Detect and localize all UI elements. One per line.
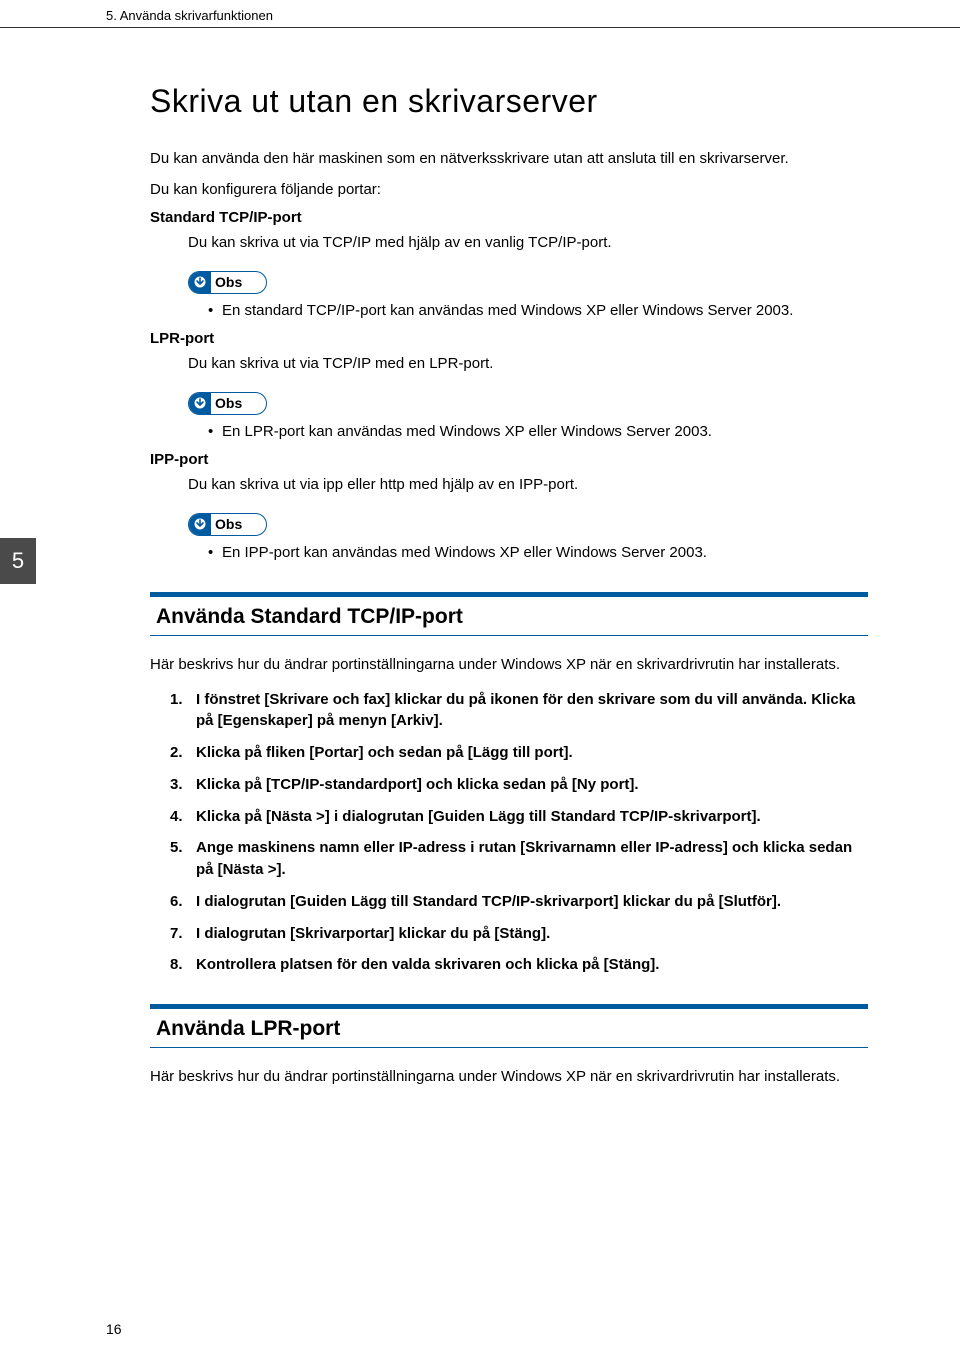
- page-title: Skriva ut utan en skrivarserver: [150, 83, 868, 120]
- section-title-lpr: Använda LPR-port: [156, 1017, 868, 1041]
- note-item-standard: En standard TCP/IP-port kan användas med…: [208, 300, 868, 323]
- page-content: Skriva ut utan en skrivarserver Du kan a…: [0, 28, 960, 1089]
- port-block-lpr: Du kan skriva ut via TCP/IP med en LPR-p…: [150, 353, 868, 443]
- section-heading-lpr: Använda LPR-port: [150, 1004, 868, 1048]
- step-item: Klicka på fliken [Portar] och sedan på […: [170, 742, 868, 764]
- note-badge: Obs: [188, 392, 267, 415]
- section-body-tcpip: Här beskrivs hur du ändrar portinställni…: [150, 636, 868, 976]
- page-header: 5. Använda skrivarfunktionen: [0, 0, 960, 28]
- down-arrow-icon: [189, 513, 211, 536]
- intro-paragraph-1: Du kan använda den här maskinen som en n…: [150, 148, 868, 171]
- port-label-ipp: IPP-port: [150, 451, 868, 468]
- down-arrow-icon: [189, 271, 211, 294]
- step-item: I dialogrutan [Guiden Lägg till Standard…: [170, 891, 868, 913]
- port-desc-lpr: Du kan skriva ut via TCP/IP med en LPR-p…: [188, 353, 868, 376]
- note-badge: Obs: [188, 271, 267, 294]
- note-list-standard: En standard TCP/IP-port kan användas med…: [188, 300, 868, 323]
- note-label: Obs: [211, 516, 242, 532]
- note-label: Obs: [211, 274, 242, 290]
- step-item: Klicka på [Nästa >] i dialogrutan [Guide…: [170, 806, 868, 828]
- port-label-standard: Standard TCP/IP-port: [150, 209, 868, 226]
- note-list-ipp: En IPP-port kan användas med Windows XP …: [188, 542, 868, 565]
- step-item: Klicka på [TCP/IP-standardport] och klic…: [170, 774, 868, 796]
- note-label: Obs: [211, 395, 242, 411]
- section-body-lpr: Här beskrivs hur du ändrar portinställni…: [150, 1048, 868, 1089]
- intro-paragraph-2: Du kan konfigurera följande portar:: [150, 179, 868, 202]
- note-item-lpr: En LPR-port kan användas med Windows XP …: [208, 421, 868, 444]
- port-desc-ipp: Du kan skriva ut via ipp eller http med …: [188, 474, 868, 497]
- section-desc-tcpip: Här beskrivs hur du ändrar portinställni…: [150, 654, 868, 677]
- step-item: Kontrollera platsen för den valda skriva…: [170, 954, 868, 976]
- port-label-lpr: LPR-port: [150, 330, 868, 347]
- note-badge: Obs: [188, 513, 267, 536]
- section-desc-lpr: Här beskrivs hur du ändrar portinställni…: [150, 1066, 868, 1089]
- port-block-ipp: Du kan skriva ut via ipp eller http med …: [150, 474, 868, 564]
- port-block-standard: Du kan skriva ut via TCP/IP med hjälp av…: [150, 232, 868, 322]
- note-list-lpr: En LPR-port kan användas med Windows XP …: [188, 421, 868, 444]
- chapter-tab: 5: [0, 538, 36, 584]
- note-item-ipp: En IPP-port kan användas med Windows XP …: [208, 542, 868, 565]
- step-item: I dialogrutan [Skrivarportar] klickar du…: [170, 923, 868, 945]
- section-title-tcpip: Använda Standard TCP/IP-port: [156, 605, 868, 629]
- chapter-label: 5. Använda skrivarfunktionen: [106, 8, 273, 23]
- chapter-tab-number: 5: [12, 548, 24, 574]
- step-item: Ange maskinens namn eller IP-adress i ru…: [170, 837, 868, 881]
- steps-list-tcpip: I fönstret [Skrivare och fax] klickar du…: [150, 689, 868, 977]
- section-heading-tcpip: Använda Standard TCP/IP-port: [150, 592, 868, 636]
- port-desc-standard: Du kan skriva ut via TCP/IP med hjälp av…: [188, 232, 868, 255]
- step-item: I fönstret [Skrivare och fax] klickar du…: [170, 689, 868, 733]
- down-arrow-icon: [189, 392, 211, 415]
- page-number: 16: [106, 1321, 122, 1337]
